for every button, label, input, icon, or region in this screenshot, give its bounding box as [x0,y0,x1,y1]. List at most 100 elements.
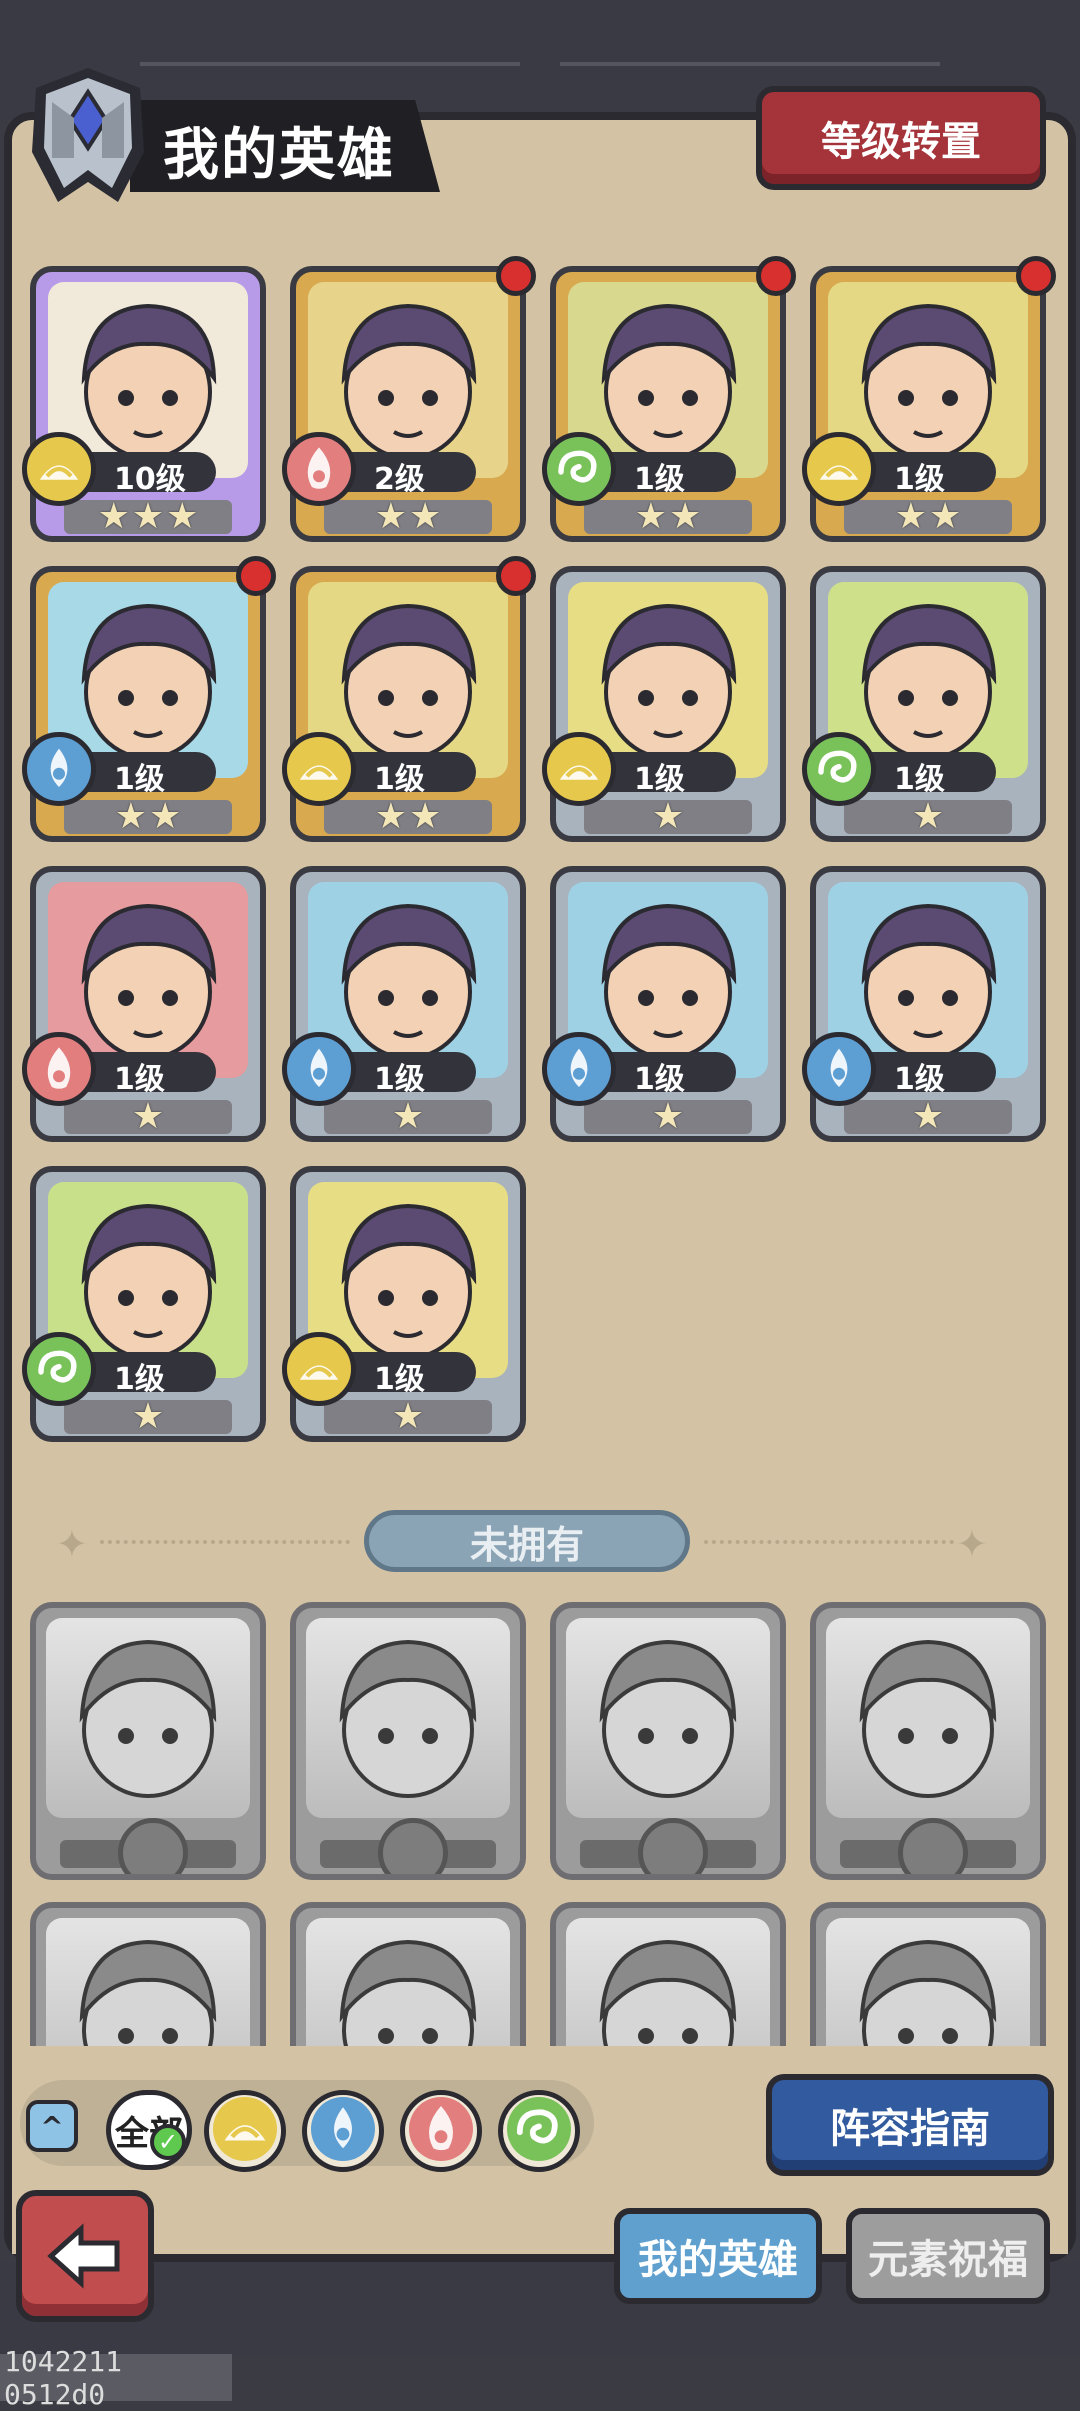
separator-line-left [100,1540,350,1544]
hero-level: 1级 [374,1362,425,1397]
filter-earth-button[interactable] [204,2090,286,2172]
star-rating: ★ [844,1096,1012,1137]
water-element-icon [542,1032,616,1106]
separator-diamond-icon: ✦ [956,1522,988,1566]
hero-level: 1级 [374,762,425,797]
separator-diamond-icon: ✦ [56,1522,88,1566]
star-icon: ★ [651,1096,685,1137]
wind-element-icon [22,1332,96,1406]
star-icon: ★ [374,496,407,537]
locked-hero-portrait [46,1618,250,1818]
star-rating: ★ [584,1096,752,1137]
star-rating: ★ [584,796,752,837]
star-rating: ★ [64,1396,232,1437]
wind-element-icon [542,432,616,506]
water-element-icon [802,1032,876,1106]
top-decor-line [560,62,940,66]
hero-level: 1级 [894,762,945,797]
star-icon: ★ [391,1096,425,1137]
notification-dot [496,556,536,596]
locked-element-icon [118,1818,188,1874]
earth-element-icon [282,1332,356,1406]
wind-element-icon [802,732,876,806]
star-rating: ★ ★ ★ [64,496,232,537]
earth-element-icon [213,2097,277,2165]
star-icon: ★ [374,796,407,837]
star-rating: ★ ★ [584,496,752,537]
star-icon: ★ [166,496,199,537]
helmet-icon [32,68,144,202]
star-icon: ★ [929,496,962,537]
hero-level: 10级 [114,462,186,497]
locked-element-icon [638,1818,708,1874]
locked-element-icon [898,1818,968,1874]
check-icon: ✓ [150,2124,186,2160]
star-rating: ★ ★ [64,796,232,837]
lineup-guide-button[interactable]: 阵容指南 [766,2074,1054,2176]
star-icon: ★ [409,796,442,837]
notification-dot [496,256,536,296]
star-icon: ★ [97,496,130,537]
filter-water-button[interactable] [302,2090,384,2172]
wind-element-icon [507,2097,571,2165]
filter-wind-button[interactable] [498,2090,580,2172]
hero-level: 1级 [634,462,685,497]
tab-element-blessing[interactable]: 元素祝福 [846,2208,1050,2304]
notification-dot [1016,256,1056,296]
build-id-label: 1042211 0512d0 [0,2345,232,2411]
collapse-up-icon[interactable]: ^ [26,2100,78,2152]
earth-element-icon [542,732,616,806]
notification-dot [756,256,796,296]
level-transfer-button[interactable]: 等级转置 [756,86,1046,190]
locked-hero-portrait [306,1618,510,1818]
star-icon: ★ [114,796,147,837]
locked-hero-card-crowned-queen[interactable] [290,1602,526,1880]
star-rating: ★ [844,796,1012,837]
filter-fire-button[interactable] [400,2090,482,2172]
star-icon: ★ [634,496,667,537]
star-rating: ★ [64,1096,232,1137]
top-decor-line [140,62,520,66]
fire-element-icon [409,2097,473,2165]
star-icon: ★ [911,1096,945,1137]
back-arrow-icon [47,2223,120,2289]
star-icon: ★ [651,796,685,837]
notification-dot [236,556,276,596]
locked-element-icon [378,1818,448,1874]
fire-element-icon [22,1032,96,1106]
back-button[interactable] [16,2190,154,2322]
star-rating: ★ ★ [844,496,1012,537]
locked-hero-card-shark[interactable] [30,1602,266,1880]
star-icon: ★ [894,496,927,537]
hero-level: 1级 [114,1362,165,1397]
page-title: 我的英雄 [163,123,395,188]
locked-hero-card-tiara-elf[interactable] [810,1602,1046,1880]
hero-level: 1级 [634,1062,685,1097]
star-rating: ★ [324,1396,492,1437]
hero-level: 1级 [114,762,165,797]
earth-element-icon [282,732,356,806]
hero-level: 2级 [374,462,425,497]
earth-element-icon [802,432,876,506]
star-icon: ★ [409,496,442,537]
tab-my-heroes[interactable]: 我的英雄 [614,2208,822,2304]
water-element-icon [311,2097,375,2165]
star-rating: ★ ★ [324,496,492,537]
hero-level: 1级 [114,1062,165,1097]
earth-element-icon [22,432,96,506]
star-icon: ★ [911,796,945,837]
star-icon: ★ [131,1096,165,1137]
hero-level: 1级 [374,1062,425,1097]
locked-hero-portrait [826,1618,1030,1818]
fire-element-icon [282,432,356,506]
star-icon: ★ [131,1396,165,1437]
star-icon: ★ [391,1396,425,1437]
water-element-icon [282,1032,356,1106]
hero-level: 1级 [894,462,945,497]
locked-hero-card-goggles-scholar[interactable] [550,1602,786,1880]
water-element-icon [22,732,96,806]
star-icon: ★ [669,496,702,537]
locked-hero-portrait [566,1618,770,1818]
unowned-section-label: 未拥有 [364,1510,690,1572]
hero-level: 1级 [634,762,685,797]
